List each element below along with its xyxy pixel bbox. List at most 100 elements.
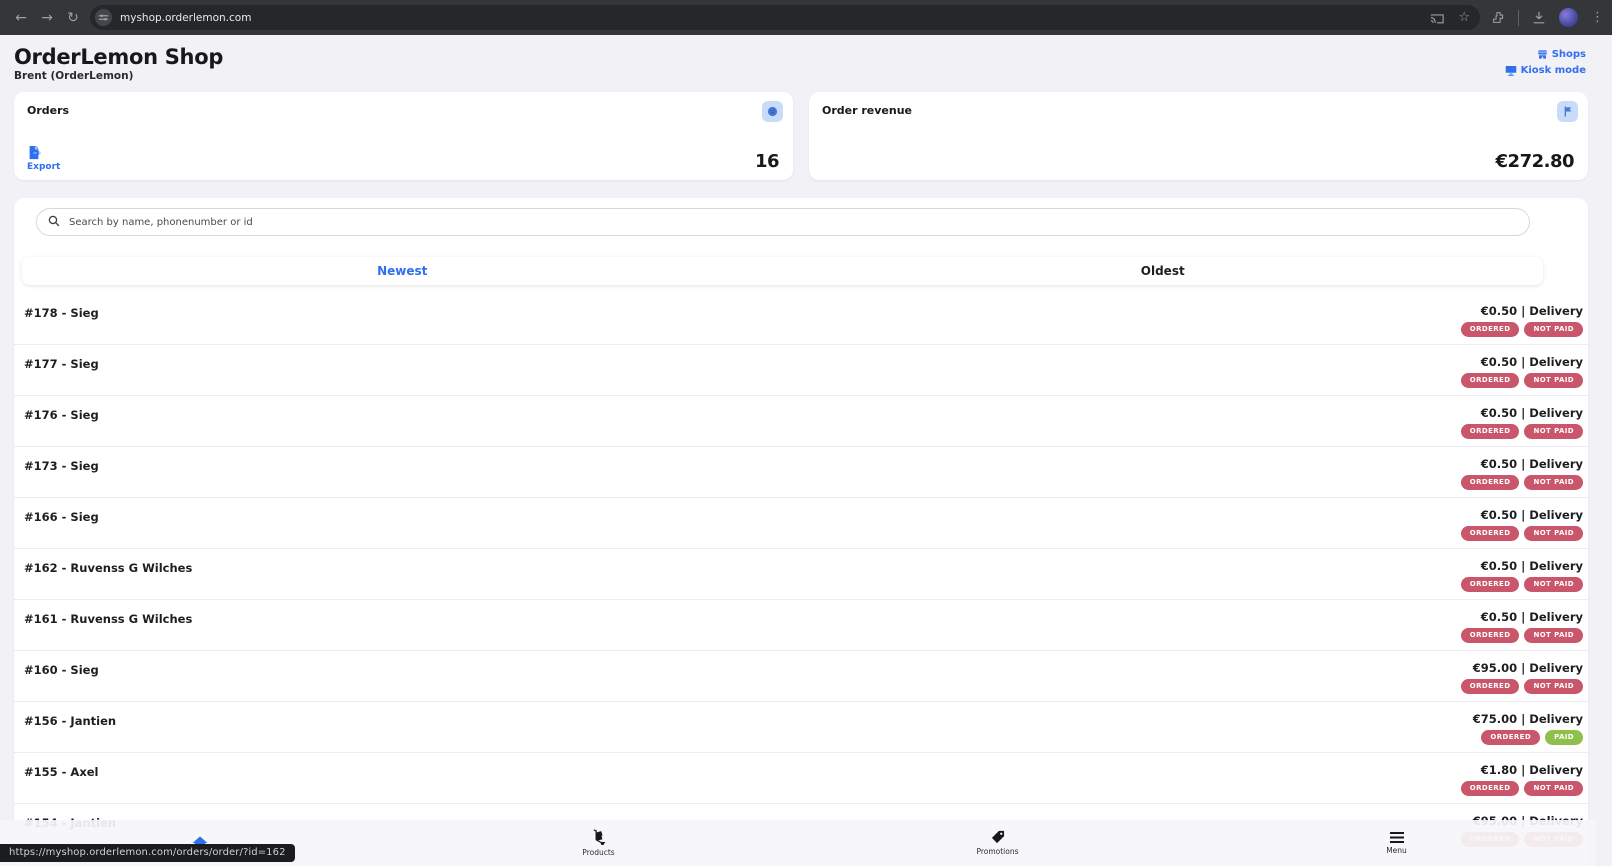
order-badges: ORDERED PAID bbox=[1481, 730, 1583, 745]
order-name: #156 - Jantien bbox=[24, 712, 116, 728]
nav-item-menu[interactable]: Menu bbox=[1197, 820, 1596, 866]
orders-panel: Newest Oldest #178 - Sieg €0.50 | Deliver… bbox=[14, 198, 1588, 866]
not-paid-badge: NOT PAID bbox=[1524, 322, 1583, 337]
scrollbar-gutter[interactable] bbox=[1596, 35, 1612, 866]
back-icon[interactable]: ← bbox=[8, 5, 34, 31]
reload-icon[interactable]: ↻ bbox=[60, 5, 86, 31]
page-title: OrderLemon Shop bbox=[14, 45, 1598, 69]
export-button[interactable]: Export bbox=[27, 145, 60, 172]
order-price-method: €0.50 | Delivery bbox=[1481, 508, 1583, 522]
nav-label-menu: Menu bbox=[1386, 846, 1407, 855]
order-name: #178 - Sieg bbox=[24, 304, 99, 320]
orders-count: 16 bbox=[755, 151, 779, 172]
nav-label-products: Products bbox=[582, 848, 614, 857]
forward-icon[interactable]: → bbox=[34, 5, 60, 31]
not-paid-badge: NOT PAID bbox=[1524, 628, 1583, 643]
order-price-method: €0.50 | Delivery bbox=[1481, 304, 1583, 318]
export-label: Export bbox=[27, 162, 60, 172]
order-badges: ORDERED NOT PAID bbox=[1461, 322, 1583, 337]
ordered-badge: ORDERED bbox=[1461, 424, 1520, 439]
download-icon[interactable] bbox=[1532, 11, 1546, 25]
shops-link[interactable]: Shops bbox=[1537, 49, 1586, 60]
extensions-icon[interactable] bbox=[1492, 11, 1505, 24]
order-name: #166 - Sieg bbox=[24, 508, 99, 524]
nav-item-promotions[interactable]: Promotions bbox=[798, 820, 1197, 866]
order-row[interactable]: #176 - Sieg€0.50 | DeliveryORDEREDNOT PA… bbox=[14, 396, 1588, 447]
products-icon bbox=[591, 829, 606, 845]
kebab-menu-icon[interactable]: ⋮ bbox=[1591, 10, 1604, 25]
status-url-tooltip: https://myshop.orderlemon.com/orders/ord… bbox=[0, 844, 295, 862]
order-badges: ORDERED NOT PAID bbox=[1461, 526, 1583, 541]
order-name: #177 - Sieg bbox=[24, 355, 99, 371]
search-input[interactable] bbox=[36, 208, 1530, 236]
ordered-badge: ORDERED bbox=[1461, 628, 1520, 643]
nav-label-promotions: Promotions bbox=[976, 847, 1018, 856]
order-badges: ORDERED NOT PAID bbox=[1461, 577, 1583, 592]
revenue-card[interactable]: Order revenue €272.80 bbox=[809, 92, 1588, 180]
paid-badge: PAID bbox=[1545, 730, 1583, 745]
order-row[interactable]: #156 - Jantien €75.00 | Delivery ORDERED PA… bbox=[14, 702, 1588, 753]
header-links: Shops Kiosk mode bbox=[1505, 49, 1586, 76]
ordered-badge: ORDERED bbox=[1461, 475, 1520, 490]
order-price-method: €95.00 | Delivery bbox=[1473, 661, 1583, 675]
orders-card[interactable]: Orders Export 16 bbox=[14, 92, 793, 180]
order-badges: ORDEREDNOT PAID bbox=[1461, 781, 1583, 796]
order-row[interactable]: #177 - Sieg €0.50 | Delivery ORDERED NOT PA… bbox=[14, 345, 1588, 396]
order-list: #178 - Sieg €0.50 | Delivery ORDERED NOT PA… bbox=[14, 294, 1588, 855]
not-paid-badge: NOT PAID bbox=[1524, 373, 1583, 388]
address-bar[interactable]: myshop.orderlemon.com ☆ bbox=[90, 5, 1480, 30]
orders-card-title: Orders bbox=[27, 104, 69, 117]
cast-icon[interactable] bbox=[1430, 12, 1444, 24]
monitor-icon bbox=[1505, 65, 1517, 76]
order-price-method: €0.50 | Delivery bbox=[1481, 610, 1583, 624]
promotions-icon bbox=[991, 830, 1005, 844]
order-row[interactable]: #162 - Ruvenss G Wilches €0.50 | Delivery… bbox=[14, 549, 1588, 600]
order-row[interactable]: #178 - Sieg €0.50 | Delivery ORDERED NOT PA… bbox=[14, 294, 1588, 345]
ordered-badge: ORDERED bbox=[1461, 577, 1520, 592]
browser-toolbar: ← → ↻ myshop.orderlemon.com ☆ ⋮ bbox=[0, 0, 1612, 35]
url-text: myshop.orderlemon.com bbox=[120, 12, 1430, 24]
ordered-badge: ORDERED bbox=[1461, 679, 1520, 694]
order-row[interactable]: #166 - Sieg €0.50 | Delivery ORDERED NOT PA… bbox=[14, 498, 1588, 549]
order-badges: ORDERED NOT PAID bbox=[1461, 628, 1583, 643]
not-paid-badge: NOT PAID bbox=[1524, 781, 1583, 796]
order-price-method: €0.50 | Delivery bbox=[1481, 355, 1583, 369]
order-row[interactable]: #161 - Ruvenss G Wilches €0.50 | Delivery… bbox=[14, 600, 1588, 651]
order-badges: ORDERED NOT PAID bbox=[1461, 424, 1583, 439]
order-badges: ORDEREDNOT PAID bbox=[1461, 475, 1583, 490]
not-paid-badge: NOT PAID bbox=[1524, 526, 1583, 541]
order-badges: ORDERED NOT PAID bbox=[1461, 373, 1583, 388]
order-name: #161 - Ruvenss G Wilches bbox=[24, 610, 192, 626]
page-subtitle: Brent (OrderLemon) bbox=[14, 70, 1598, 82]
bookmark-star-icon[interactable]: ☆ bbox=[1458, 10, 1470, 25]
toolbar-divider bbox=[1518, 10, 1519, 26]
shop-icon bbox=[1537, 49, 1548, 60]
order-name: #160 - Sieg bbox=[24, 661, 99, 677]
tab-newest[interactable]: Newest bbox=[22, 264, 783, 278]
revenue-card-title: Order revenue bbox=[822, 104, 912, 117]
order-price-method: €75.00 | Delivery bbox=[1473, 712, 1583, 726]
nav-item-products[interactable]: Products bbox=[399, 820, 798, 866]
order-name: #162 - Ruvenss G Wilches bbox=[24, 559, 192, 575]
revenue-amount: €272.80 bbox=[1496, 151, 1574, 172]
shops-link-label: Shops bbox=[1552, 49, 1586, 60]
kiosk-mode-label: Kiosk mode bbox=[1521, 65, 1586, 76]
order-row[interactable]: #160 - Sieg€95.00 | DeliveryORDEREDNOT P… bbox=[14, 651, 1588, 702]
kiosk-mode-link[interactable]: Kiosk mode bbox=[1505, 65, 1586, 76]
site-settings-icon[interactable] bbox=[95, 9, 112, 26]
search-icon bbox=[48, 215, 60, 227]
ordered-badge: ORDERED bbox=[1481, 730, 1540, 745]
ordered-badge: ORDERED bbox=[1461, 526, 1520, 541]
profile-avatar[interactable] bbox=[1559, 8, 1578, 27]
order-price-method: €0.50 | Delivery bbox=[1481, 559, 1583, 573]
ordered-badge: ORDERED bbox=[1461, 322, 1520, 337]
not-paid-badge: NOT PAID bbox=[1524, 424, 1583, 439]
order-row[interactable]: #155 - Axel€1.80 | DeliveryORDEREDNOT PA… bbox=[14, 753, 1588, 804]
order-row[interactable]: #173 - Sieg€0.50 | DeliveryORDEREDNOT PA… bbox=[14, 447, 1588, 498]
menu-icon bbox=[1390, 832, 1404, 843]
tab-oldest[interactable]: Oldest bbox=[783, 264, 1544, 278]
order-name: #155 - Axel bbox=[24, 763, 98, 779]
order-price-method: €0.50 | Delivery bbox=[1481, 457, 1583, 471]
not-paid-badge: NOT PAID bbox=[1524, 577, 1583, 592]
ordered-badge: ORDERED bbox=[1461, 373, 1520, 388]
